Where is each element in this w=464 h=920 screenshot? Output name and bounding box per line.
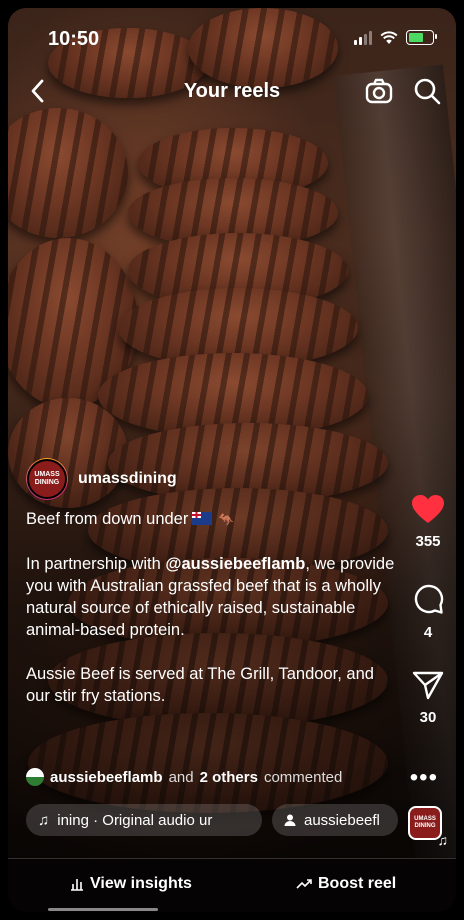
trending-up-icon	[296, 879, 312, 889]
caption-text[interactable]: Beef from down under 🦘 In partnership wit…	[26, 508, 396, 707]
status-time: 10:50	[48, 28, 100, 50]
share-count: 30	[419, 709, 437, 726]
comment-action: 4	[400, 583, 456, 641]
commenter-avatar	[26, 768, 44, 786]
music-note-icon: ♫	[437, 832, 449, 848]
australia-flag-icon	[192, 512, 213, 525]
status-bar: 10:50	[8, 8, 456, 58]
like-action: 355	[400, 494, 456, 550]
cellular-signal-icon	[354, 30, 372, 45]
person-icon	[284, 814, 296, 826]
like-count: 355	[415, 533, 441, 550]
header: Your reels	[8, 74, 456, 110]
kangaroo-icon: 🦘	[218, 512, 235, 527]
bottom-bar: View insights Boost reel	[8, 858, 456, 912]
commented-summary[interactable]: aussiebeeflamb and 2 others commented	[26, 768, 342, 786]
bar-chart-icon	[71, 879, 83, 891]
avatar[interactable]: UMASS DINING	[26, 458, 68, 500]
send-icon[interactable]	[412, 670, 444, 700]
more-options-icon[interactable]: •••	[410, 764, 438, 792]
author-row[interactable]: UMASS DINING umassdining	[26, 458, 396, 500]
video-progress-bar	[48, 908, 158, 911]
boost-reel-button[interactable]: Boost reel	[296, 875, 396, 893]
reel-chips: ♫ ining · Original audio ur aussiebeefl	[26, 804, 398, 836]
caption-paragraph: Aussie Beef is served at The Grill, Tand…	[26, 665, 374, 705]
reel-viewer: 10:50 Your reels 355 4 30 ••• UMASS DINI…	[8, 8, 456, 912]
caption-line: Beef from down under 🦘	[26, 510, 235, 528]
audio-chip[interactable]: ♫ ining · Original audio ur	[26, 804, 262, 836]
share-action: 30	[400, 670, 456, 726]
mention-link[interactable]: @aussiebeeflamb	[165, 555, 305, 573]
comment-icon[interactable]	[412, 583, 444, 615]
audio-thumbnail[interactable]: UMASS DINING ♫	[408, 806, 448, 847]
search-icon[interactable]	[412, 76, 442, 106]
caption-paragraph: In partnership with @aussiebeeflamb, we …	[26, 555, 395, 639]
audio-thumb-text: UMASS DINING	[414, 816, 436, 829]
camera-icon[interactable]	[364, 76, 394, 106]
heart-icon[interactable]	[411, 494, 445, 524]
username[interactable]: umassdining	[78, 470, 177, 488]
tagged-user-chip[interactable]: aussiebeefl	[272, 804, 398, 836]
caption-area: UMASS DINING umassdining Beef from down u…	[26, 458, 396, 729]
battery-icon	[406, 30, 437, 45]
music-note-icon: ♫	[38, 811, 50, 829]
view-insights-button[interactable]: View insights	[70, 875, 192, 893]
wifi-icon	[380, 30, 398, 44]
comment-count: 4	[423, 624, 433, 641]
